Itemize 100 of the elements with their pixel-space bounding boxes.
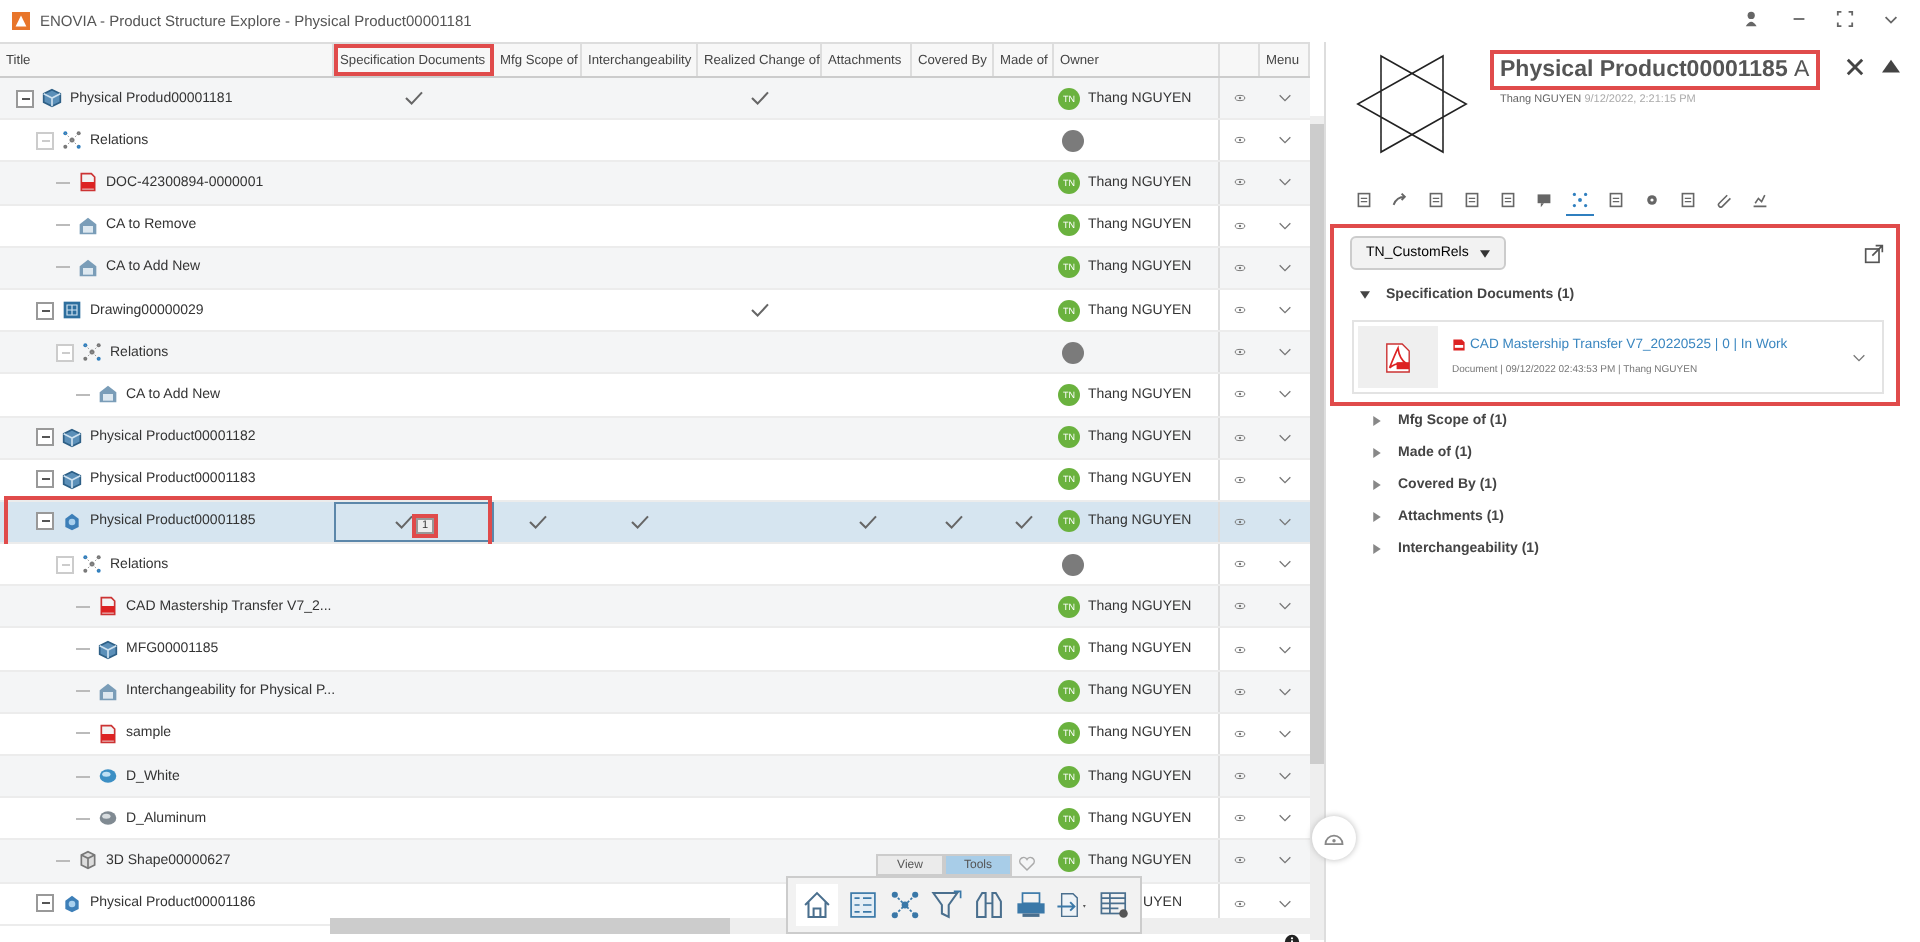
expander-toggle[interactable]: [36, 428, 54, 447]
chevron-down-icon[interactable]: [1278, 899, 1292, 908]
chevron-down-icon[interactable]: [1278, 729, 1292, 738]
chevron-down-icon[interactable]: [1278, 136, 1292, 145]
pdf-file-icon: [1384, 341, 1412, 373]
object-title: Physical Product00001185 A: [1494, 54, 1816, 86]
filter-icon[interactable]: [930, 888, 964, 922]
user-icon[interactable]: [1744, 10, 1762, 28]
chevron-down-icon[interactable]: [1278, 306, 1292, 315]
caret-icon: [1480, 249, 1491, 257]
eye-icon[interactable]: [1234, 814, 1246, 823]
expander-toggle[interactable]: [36, 894, 54, 913]
eye-icon[interactable]: [1234, 602, 1246, 611]
eye-icon[interactable]: [1234, 729, 1246, 738]
chevron-down-icon[interactable]: [1278, 687, 1292, 696]
chevron-down-icon[interactable]: [1278, 814, 1292, 823]
chevron-down-icon[interactable]: [1278, 263, 1292, 272]
drawing-icon: [62, 300, 82, 321]
home-icon[interactable]: [796, 884, 838, 926]
scrollbar-thumb[interactable]: [330, 918, 730, 934]
eye-icon[interactable]: [1234, 306, 1246, 315]
eye-icon[interactable]: [1234, 178, 1246, 187]
expander-toggle[interactable]: [16, 89, 34, 108]
list-icon[interactable]: [846, 888, 880, 922]
relations-icon: [82, 342, 102, 363]
form-icon: [1356, 192, 1372, 208]
chevron-down-icon[interactable]: [1278, 517, 1292, 526]
eye-icon[interactable]: [1234, 390, 1246, 399]
chevron-down-icon[interactable]: [1278, 645, 1292, 654]
chevron-down-icon[interactable]: [1278, 475, 1292, 484]
eye-icon[interactable]: [1234, 899, 1246, 908]
eye-icon[interactable]: [1234, 560, 1246, 569]
relations-icon: [62, 130, 82, 151]
material-sphere-icon: [98, 766, 118, 787]
relations-icon: [1572, 192, 1588, 208]
paperclip-icon: [1716, 192, 1732, 208]
helmet-icon: [1322, 829, 1346, 847]
open-external-icon[interactable]: [1864, 243, 1884, 263]
chevron-down-icon[interactable]: [1278, 221, 1292, 230]
network-icon[interactable]: [888, 888, 922, 922]
expander-toggle[interactable]: [36, 512, 54, 531]
fullscreen-icon[interactable]: [1836, 10, 1854, 28]
chevron-down-icon[interactable]: [1278, 94, 1292, 103]
cube-icon: [62, 427, 82, 448]
table-settings-icon[interactable]: [1098, 888, 1132, 922]
eye-icon[interactable]: [1234, 517, 1246, 526]
share-icon: [1392, 192, 1408, 208]
pdf-file-icon: [78, 172, 98, 193]
chart-icon: [1752, 192, 1768, 208]
help-button[interactable]: [1312, 816, 1356, 860]
gear-icon: [1644, 192, 1660, 208]
pdf-file-icon: [98, 596, 118, 617]
document-icon: [1464, 192, 1480, 208]
cube-icon: [98, 639, 118, 660]
eye-icon[interactable]: [1234, 221, 1246, 230]
chevron-down-icon[interactable]: [1852, 353, 1866, 361]
printer-icon[interactable]: [1014, 888, 1048, 922]
chevron-down-icon[interactable]: [1278, 348, 1292, 357]
app-logo-icon: [12, 12, 30, 30]
eye-icon[interactable]: [1234, 263, 1246, 272]
chevron-down-icon[interactable]: [1278, 433, 1292, 442]
chevron-down-icon[interactable]: [1278, 856, 1292, 865]
panel-tab[interactable]: [1566, 190, 1594, 216]
material-sphere-icon: [98, 808, 118, 829]
eye-icon[interactable]: [1234, 433, 1246, 442]
chevron-down-icon[interactable]: [1278, 602, 1292, 611]
chevron-down-icon[interactable]: [1278, 772, 1292, 781]
eye-icon[interactable]: [1234, 348, 1246, 357]
expander-toggle[interactable]: [36, 131, 54, 150]
pdf-file-icon: [98, 723, 118, 744]
eye-icon[interactable]: [1234, 136, 1246, 145]
expander-toggle[interactable]: [56, 555, 74, 574]
chevron-down-icon[interactable]: [1278, 178, 1292, 187]
page-icon: [1680, 192, 1696, 208]
change-action-icon: [78, 257, 98, 278]
empty-avatar: [1062, 553, 1084, 576]
expander-toggle[interactable]: [56, 343, 74, 362]
expander-toggle[interactable]: [36, 470, 54, 489]
scrollbar-thumb[interactable]: [1310, 124, 1324, 764]
eye-icon[interactable]: [1234, 856, 1246, 865]
change-action-icon: [98, 384, 118, 405]
change-action-icon: [78, 215, 98, 236]
eye-icon[interactable]: [1234, 687, 1246, 696]
collapse-triangle-icon[interactable]: [1882, 58, 1900, 76]
shape-icon: [78, 850, 98, 871]
part-icon: [62, 511, 82, 532]
binoculars-icon[interactable]: [972, 888, 1006, 922]
cube-icon: [42, 88, 62, 109]
expander-toggle[interactable]: [36, 301, 54, 320]
chevron-down-icon[interactable]: [1278, 560, 1292, 569]
table-icon: [1428, 192, 1444, 208]
eye-icon[interactable]: [1234, 475, 1246, 484]
eye-icon[interactable]: [1234, 94, 1246, 103]
chevron-down-icon[interactable]: [1278, 390, 1292, 399]
eye-icon[interactable]: [1234, 645, 1246, 654]
eye-icon[interactable]: [1234, 772, 1246, 781]
close-icon[interactable]: [1846, 58, 1864, 76]
change-action-icon: [98, 681, 118, 702]
comment-icon: [1536, 192, 1552, 208]
empty-avatar: [1062, 129, 1084, 152]
